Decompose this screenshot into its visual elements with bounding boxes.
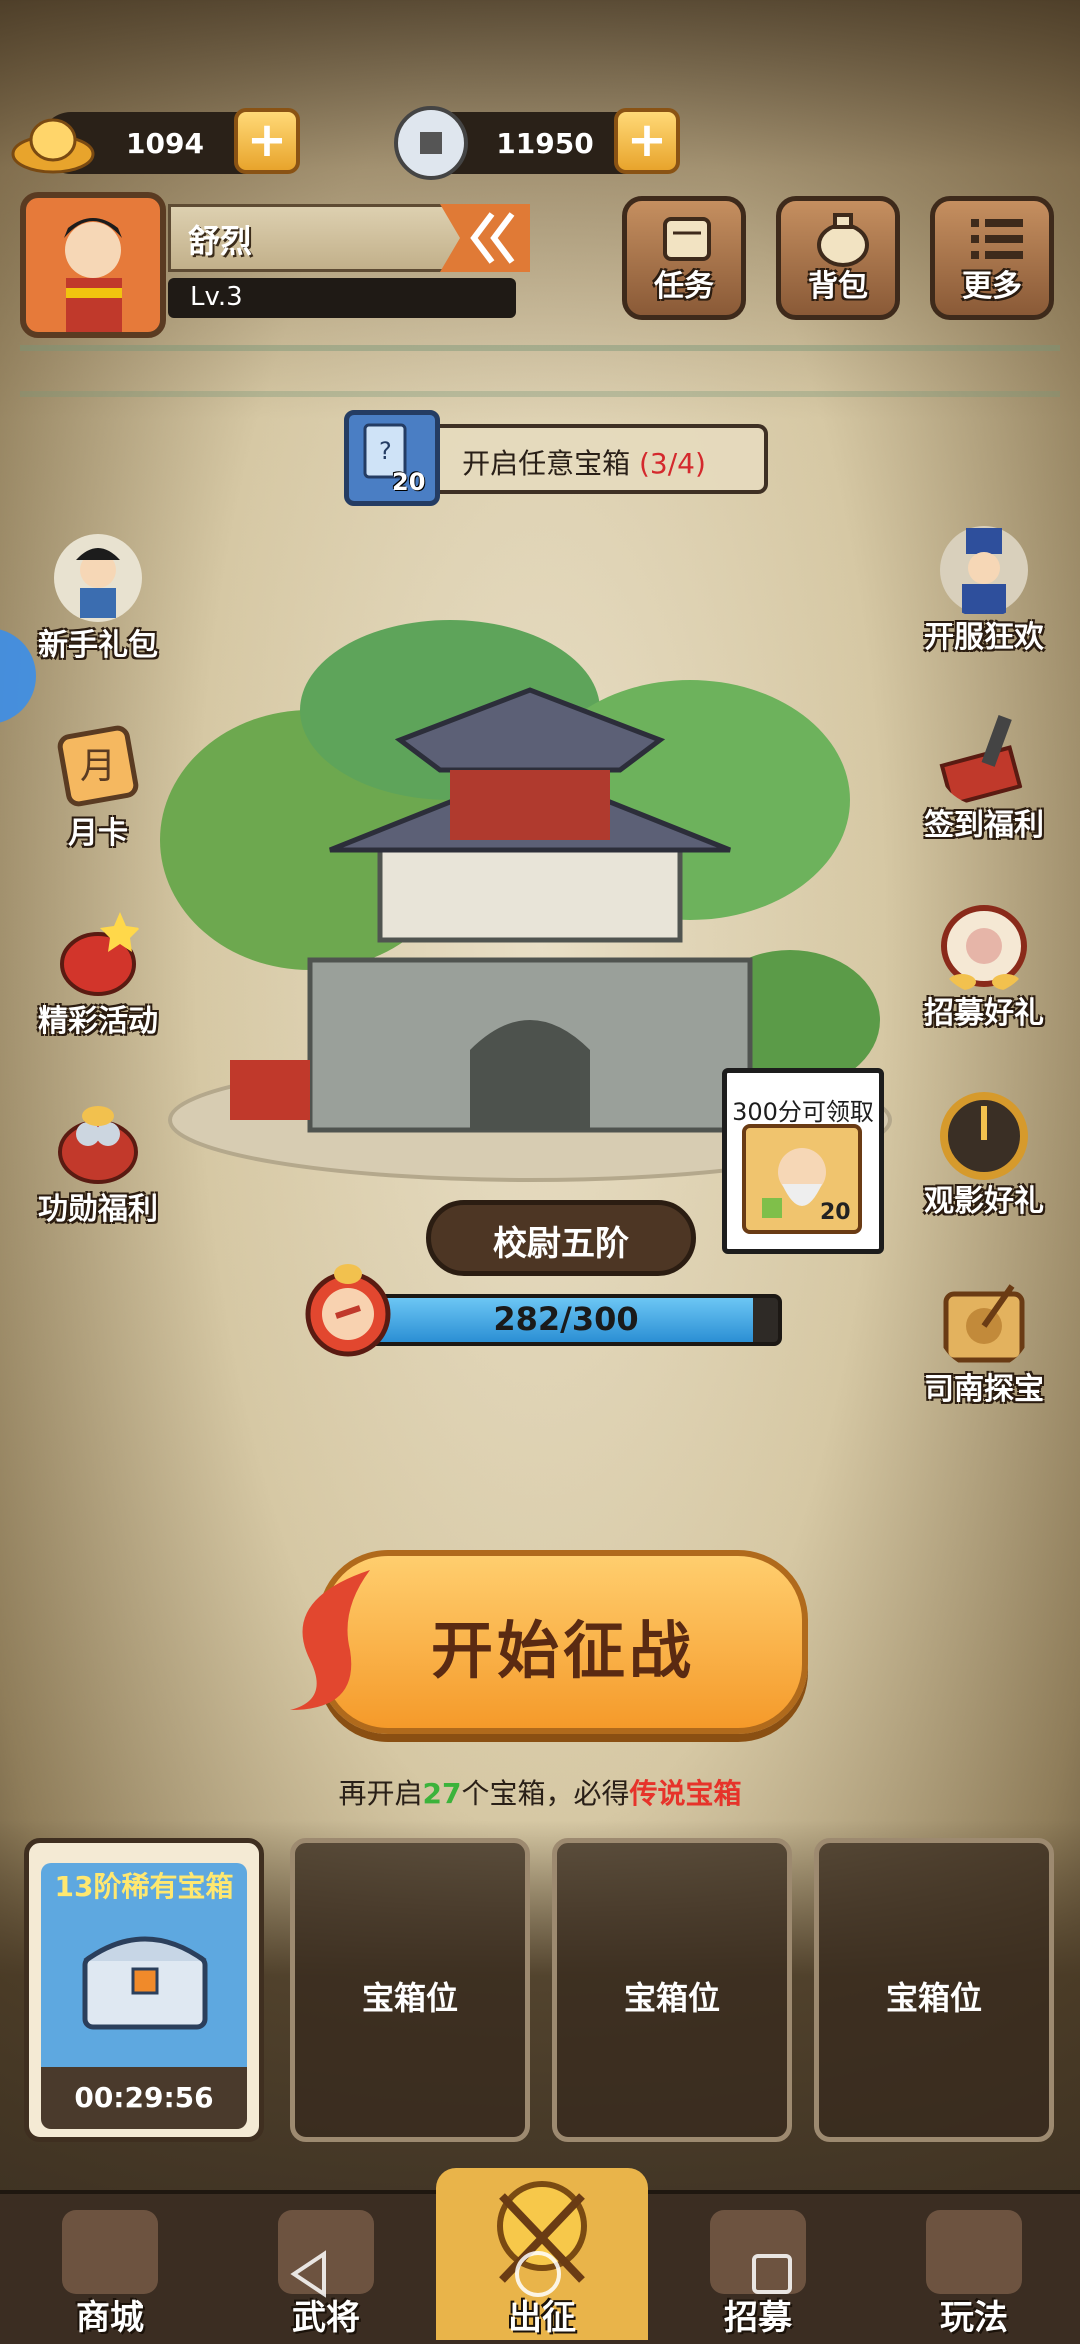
quest-text: 开启任意宝箱 (3/4) [404,442,764,482]
rare-chest-icon [82,1936,208,2030]
hint-highlight: 传说宝箱 [629,1777,742,1810]
hint-prefix: 再开启 [338,1777,423,1810]
tasks-button[interactable]: 任务 [622,196,746,320]
menu-list-icon [971,219,1023,259]
background-border [20,345,1060,397]
feature-server-carnival[interactable]: 开服狂欢 [904,522,1064,672]
coin-add-button[interactable]: + [614,108,680,174]
feature-label: 签到福利 [924,808,1044,843]
feature-sign-in[interactable]: 签到福利 [904,710,1064,860]
gift-bag-stars-icon [60,912,140,996]
reward-requirement: 300分可领取 [732,1098,874,1126]
nav-shop[interactable]: 商城 [4,2190,216,2340]
shop-icon [62,2210,158,2294]
feature-label: 招募好礼 [924,996,1044,1031]
hero-portrait-icon [64,218,122,332]
chest-hint: 再开启27个宝箱，必得传说宝箱 [0,1772,1080,1812]
chevron-left-icon [440,204,530,272]
quest-description: 开启任意宝箱 [462,447,631,480]
system-back-icon[interactable] [284,2248,336,2300]
nav-label: 玩法 [940,2298,1008,2338]
gold-add-button[interactable]: + [234,108,300,174]
nav-gameplay[interactable]: 玩法 [868,2190,1080,2340]
compass-icon [943,1284,1025,1363]
feature-label: 开服狂欢 [924,620,1044,655]
drum-icon [941,905,1027,990]
gong-icon [940,1092,1028,1180]
chest-slot-3[interactable]: 宝箱位 [552,1838,792,2142]
rank-progress-text: 282/300 [493,1300,639,1338]
chest-slot-1[interactable]: 13阶稀有宝箱 00:29:56 [24,1838,264,2142]
hint-middle: 个宝箱，必得 [461,1777,630,1810]
chest-title: 13阶稀有宝箱 [54,1870,234,1903]
player-avatar[interactable] [20,192,166,338]
bag-label: 背包 [808,269,868,304]
reward-count: 20 [820,1200,851,1225]
more-label: 更多 [962,269,1022,304]
start-battle-label: 开始征战 [430,1614,695,1687]
scroll-icon [663,217,711,261]
gold-ingot-icon [11,118,95,174]
bag-button[interactable]: 背包 [776,196,900,320]
system-home-icon[interactable] [512,2248,564,2300]
rank-seal-icon [305,1264,391,1357]
player-level: Lv.3 [190,282,243,312]
copper-coin-icon [394,106,468,180]
svg-text:?: ? [379,437,392,465]
seal-stamp-icon [939,715,1023,806]
quest-reward-count: 20 [392,468,426,496]
palace-icon [926,2210,1022,2294]
empty-slot-label: 宝箱位 [885,1979,982,2017]
chest-slot-2[interactable]: 宝箱位 [290,1838,530,2142]
hero-gift-icon [54,534,142,622]
more-button[interactable]: 更多 [930,196,1054,320]
bag-icon [817,213,869,267]
feature-video-gift[interactable]: 观影好礼 [904,1086,1064,1236]
svg-text:月: 月 [80,746,116,787]
hint-count: 27 [422,1777,462,1810]
feature-label: 司南探宝 [924,1372,1044,1407]
quest-progress: (3/4) [639,447,706,480]
treasure-bag-icon [58,1106,138,1184]
empty-slot-label: 宝箱位 [623,1979,720,2017]
player-name: 舒烈 [188,222,253,260]
tasks-label: 任务 [654,269,714,304]
chest-slot-4[interactable]: 宝箱位 [814,1838,1054,2142]
general-portrait-icon [940,526,1028,614]
rank-title: 校尉五阶 [493,1224,629,1264]
empty-slot-label: 宝箱位 [361,1979,458,2017]
nav-label: 商城 [76,2298,144,2338]
feature-recruit-gift[interactable]: 招募好礼 [904,898,1064,1048]
monthly-card-icon: 月 [57,725,139,807]
feature-label: 观影好礼 [924,1184,1044,1219]
system-recents-icon[interactable] [746,2248,798,2300]
feature-compass-treasure[interactable]: 司南探宝 [904,1274,1064,1424]
chest-timer: 00:29:56 [41,2067,247,2129]
